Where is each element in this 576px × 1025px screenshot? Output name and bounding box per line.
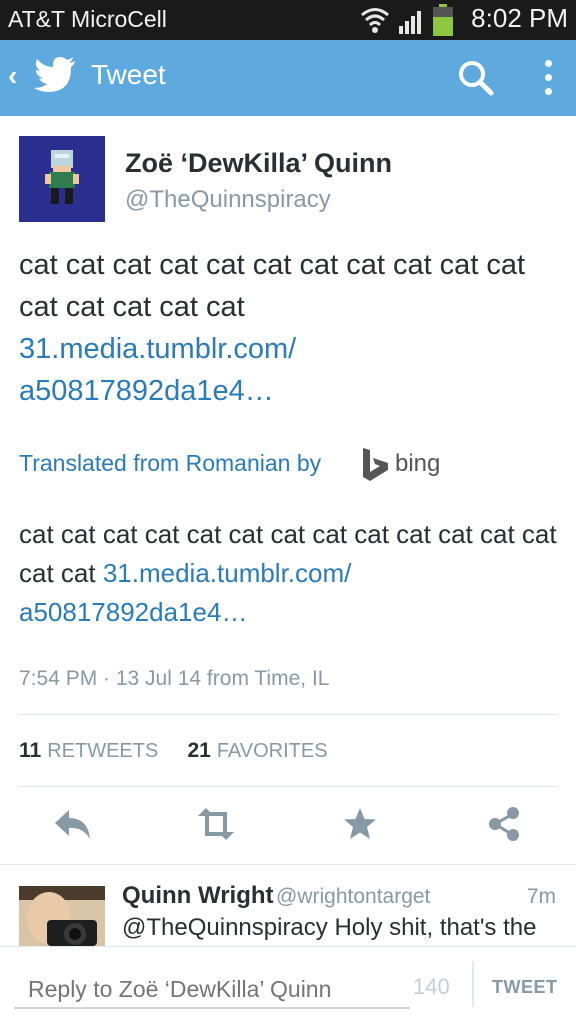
overflow-menu-icon[interactable] (538, 58, 558, 98)
tweet-text: cat cat cat cat cat cat cat cat cat cat … (19, 249, 526, 323)
clock: 8:02 PM (471, 3, 568, 33)
compose-divider (472, 961, 474, 1007)
translated-label[interactable]: Translated from Romanian by (19, 450, 321, 477)
author-avatar[interactable] (19, 136, 105, 222)
wifi-icon (361, 8, 389, 33)
section-divider (0, 864, 576, 865)
tweet-link[interactable]: 31.media.tumblr.com/a50817892da1e4… (19, 333, 296, 407)
reply-text[interactable]: @TheQuinnspiracy Holy shit, that's the (122, 914, 562, 946)
screen-title: Tweet (91, 59, 166, 90)
retweet-icon[interactable] (194, 806, 238, 842)
bing-logo-icon (363, 448, 388, 481)
character-count: 140 (413, 974, 450, 999)
author-handle[interactable]: @TheQuinnspiracy (125, 186, 331, 214)
back-icon[interactable]: ‹ (8, 60, 17, 92)
search-icon[interactable] (456, 58, 496, 98)
twitter-bird-icon[interactable] (34, 57, 76, 93)
status-bar: AT&T MicroCell 8:02 PM (0, 0, 576, 40)
reply-author-handle[interactable]: @wrightontarget (276, 885, 430, 909)
battery-icon (433, 4, 453, 36)
divider (19, 786, 557, 787)
tweet-stats: 11 RETWEETS 21 FAVORITES (19, 739, 328, 763)
favorites-stat[interactable]: 21 FAVORITES (187, 739, 327, 762)
signal-strength-icon (399, 11, 421, 34)
author-display-name[interactable]: Zoë ‘DewKilla’ Quinn (125, 148, 392, 179)
tweet-body: cat cat cat cat cat cat cat cat cat cat … (19, 244, 564, 412)
reply-icon[interactable] (53, 806, 93, 842)
action-bar: ‹ Tweet (0, 40, 576, 116)
share-icon[interactable] (486, 806, 522, 842)
carrier-name: AT&T MicroCell (8, 6, 167, 32)
tweet-timestamp: 7:54 PM · 13 Jul 14 from Time, IL (19, 667, 330, 690)
reply-input[interactable] (14, 971, 410, 1009)
translator-name: bing (395, 450, 441, 477)
reply-avatar[interactable] (19, 886, 105, 946)
favorite-star-icon[interactable] (342, 806, 378, 842)
reply-avatar-photo (19, 886, 105, 946)
reply-time: 7m (526, 885, 556, 908)
retweets-stat[interactable]: 11 RETWEETS (19, 739, 158, 762)
divider (19, 714, 557, 715)
reply-author-name[interactable]: Quinn Wright (122, 882, 274, 910)
translation-body: cat cat cat cat cat cat cat cat cat cat … (19, 515, 564, 632)
tweet-button[interactable]: TWEET (492, 977, 558, 998)
reply-compose-bar: 140 TWEET (0, 946, 576, 1025)
pixel-character-image (19, 136, 105, 222)
